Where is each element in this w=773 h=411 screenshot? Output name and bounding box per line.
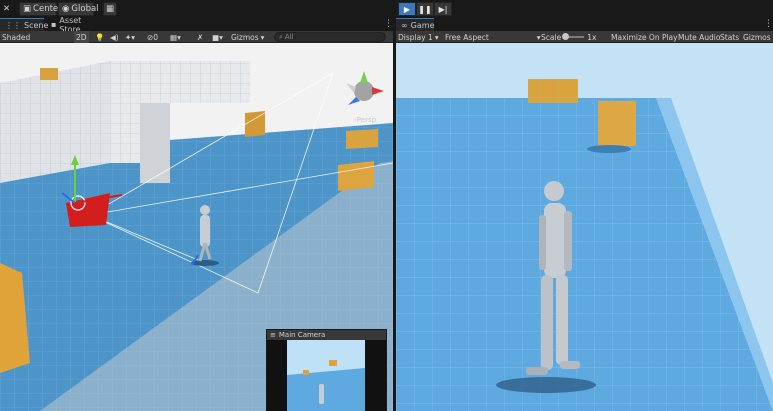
pause-button[interactable]: ❚❚ [416,2,434,16]
play-controls: ▶ ❚❚ ▶| [398,2,452,16]
pivot-toggle[interactable]: ▣ Center [19,2,62,16]
scene-tabbar: ⋮⋮ Scene ▪ Asset Store ⋮ [0,16,393,34]
camera-preview: ≡ Main Camera [266,329,387,411]
gizmos-dropdown[interactable]: Gizmos ▾ [231,31,264,43]
display-label: Display 1 [398,32,433,42]
game-toolbar: Display 1 ▾ Free Aspect ▾ Scale 1x Maxim… [396,31,773,43]
scene-viewport[interactable]: ‹Persp ≡ Main Camera [0,43,393,411]
tab-asset-store[interactable]: ▪ Asset Store [46,16,104,34]
aspect-label: Free Aspect [445,32,489,42]
tools-icon[interactable]: ✗ [197,31,203,43]
bag-icon: ▪ [51,20,57,29]
grid-snap-button[interactable]: ▦ [103,2,117,16]
camera-preview-title: Main Camera [278,331,326,339]
scale-slider[interactable]: Scale 1x [541,31,596,43]
pause-icon: ❚❚ [418,4,432,14]
grid-toggle-icon[interactable]: ▦▾ [170,31,181,43]
mute-audio-toggle[interactable]: Mute Audio [678,31,720,43]
scene-search-input[interactable]: ⌕ All [274,32,386,42]
scene-panel: ⋮⋮ Scene ▪ Asset Store ⋮ Shaded 2D 💡 ◀) … [0,16,393,411]
stats-toggle[interactable]: Stats [720,31,739,43]
shading-mode-label: Shaded [2,32,31,42]
scale-value: 1x [587,32,597,42]
tab-scene[interactable]: ⋮⋮ Scene [0,18,48,31]
gizmos-label: Gizmos [231,32,259,42]
grid-icon: ⋮⋮ [5,20,21,30]
tab-game-label: Game [410,20,435,30]
chevron-down-icon: ▾ [260,32,265,42]
shading-mode-dropdown[interactable]: Shaded [2,31,30,43]
pivot-icon: ▣ [23,4,32,14]
scene-menu-icon[interactable]: ⋮ [384,19,393,29]
step-icon: ▶| [438,4,448,14]
tab-game[interactable]: ∞ Game [396,18,435,31]
main-toolbar: ✕ ▣ Center ◉ Global ▦ ▶ ❚❚ ▶| [0,0,773,18]
step-button[interactable]: ▶| [434,2,452,16]
scale-slider-handle[interactable] [562,33,570,40]
stats-label: Stats [720,32,740,42]
mode-2d-toggle[interactable]: 2D [74,31,89,43]
mute-label: Mute Audio [678,32,721,42]
game-gizmos-label: Gizmos [743,32,771,42]
game-viewport[interactable] [396,43,773,411]
maximize-label: Maximize On Play [611,32,678,42]
play-button[interactable]: ▶ [398,2,416,16]
space-label: Global [71,4,99,14]
lighting-icon[interactable]: 💡 [95,31,104,43]
grid-snap-icon: ▦ [105,4,115,14]
search-icon: ⌕ [279,32,283,41]
scene-toolbar: Shaded 2D 💡 ◀) ✦▾ ⊘ 0 ▦▾ ✗ ■▾ Gizmos ▾ ⌕… [0,31,393,43]
camera-icon[interactable]: ■▾ [212,31,223,43]
play-icon: ▶ [403,4,411,14]
chevron-down-icon: ▾ [536,32,541,42]
space-toggle[interactable]: ◉ Global [58,2,99,16]
unity-editor: ✕ ▣ Center ◉ Global ▦ ▶ ❚❚ ▶| ⋮⋮ Scene ▪… [0,0,773,411]
mode-2d-label: 2D [76,32,87,42]
effects-icon[interactable]: ✦▾ [125,31,135,43]
scale-label: Scale [541,32,562,42]
perspective-label[interactable]: ‹Persp [354,116,376,124]
audio-icon[interactable]: ◀) [110,31,119,43]
tab-scene-label: Scene [24,20,49,30]
aspect-dropdown[interactable]: Free Aspect ▾ [445,31,541,43]
hidden-count: 0 [153,32,159,42]
game-menu-icon[interactable]: ⋮ [764,19,773,29]
scale-slider-track[interactable] [562,33,585,40]
search-placeholder: All [284,33,294,41]
game-tabbar: ∞ Game ⋮ [396,18,773,31]
chevron-down-icon: ▾ [434,32,439,42]
tool-cross-icon[interactable]: ✕ [0,2,14,16]
gamepad-icon: ∞ [401,20,408,30]
camera-preview-header: ≡ Main Camera [267,330,386,340]
globe-icon: ◉ [62,4,70,14]
game-render [396,43,773,411]
hidden-objects-toggle[interactable]: ⊘ 0 [147,31,158,43]
game-gizmos-toggle[interactable]: Gizmos [743,31,771,43]
camera-preview-menu-icon[interactable]: ≡ [270,331,276,339]
maximize-on-play-toggle[interactable]: Maximize On Play [611,31,678,43]
display-dropdown[interactable]: Display 1 ▾ [398,31,439,43]
game-panel: ∞ Game ⋮ Display 1 ▾ Free Aspect ▾ Scale… [396,18,773,411]
camera-preview-render [267,340,386,411]
